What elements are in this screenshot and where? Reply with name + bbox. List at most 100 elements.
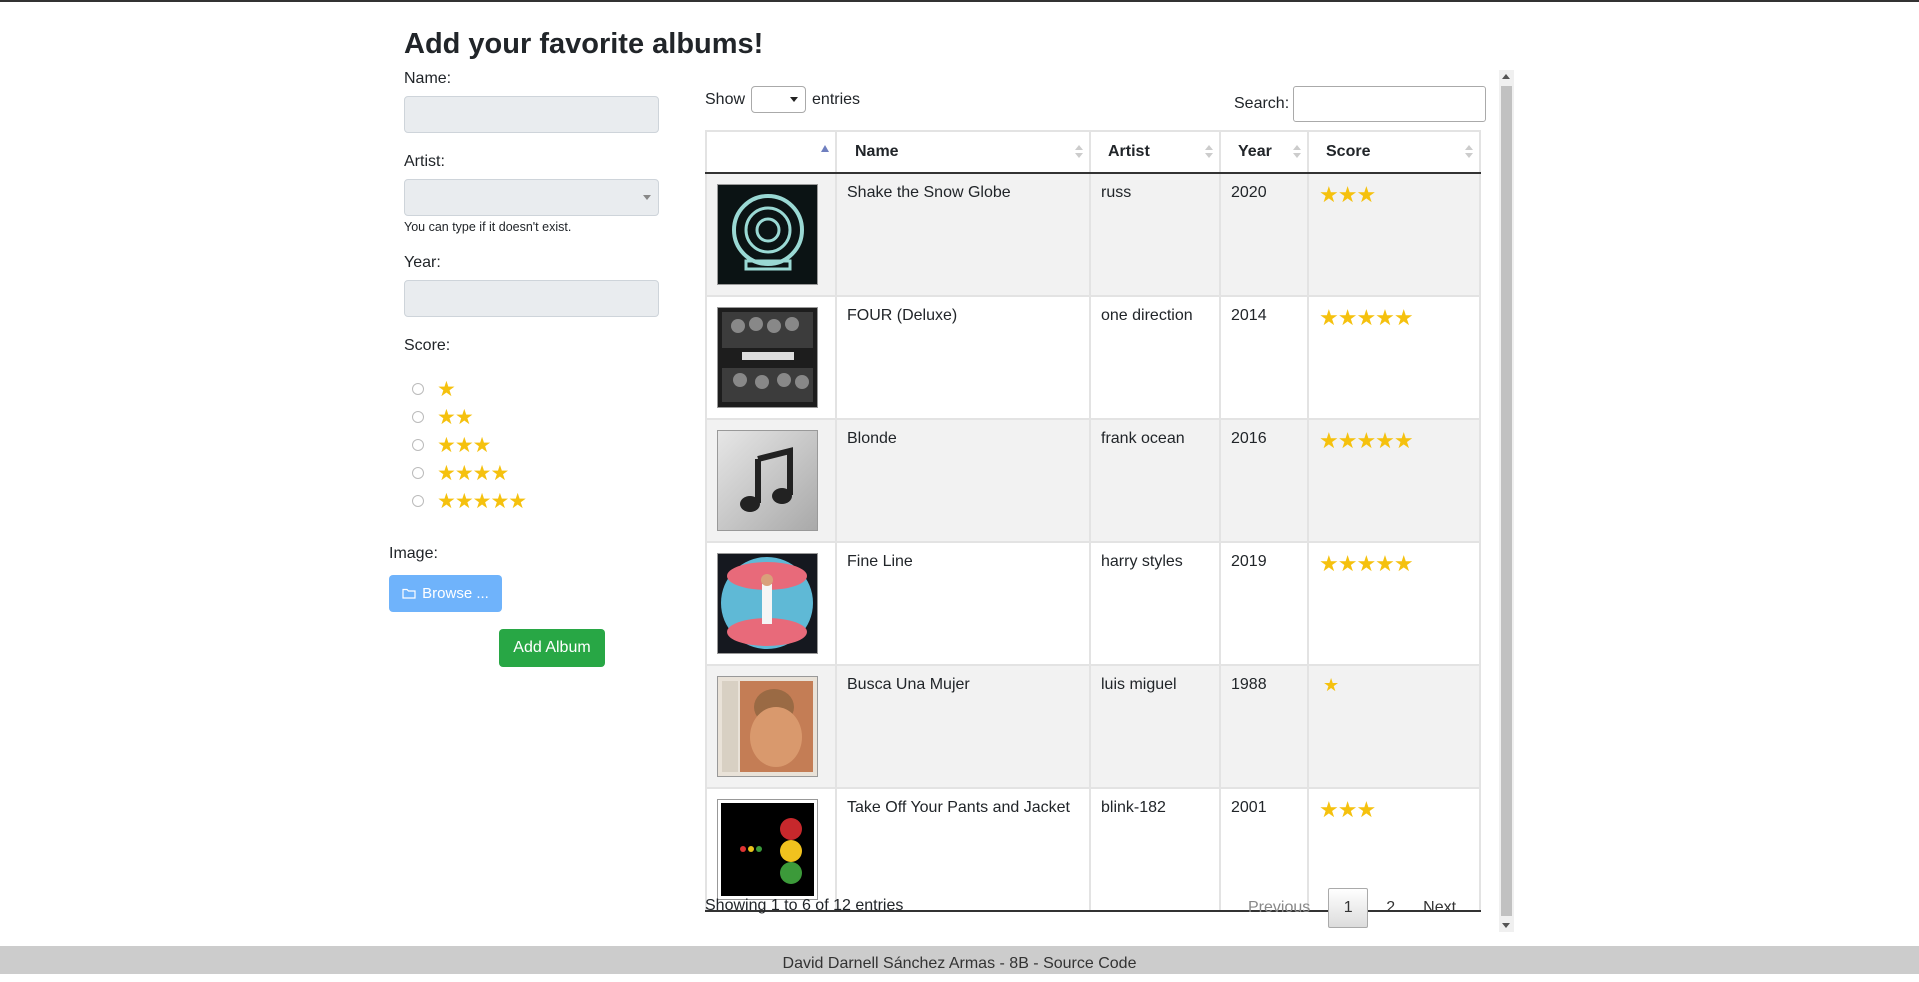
scroll-thumb[interactable] <box>1501 86 1512 916</box>
year-label: Year: <box>404 254 441 271</box>
footer: David Darnell Sánchez Armas - 8B - Sourc… <box>0 946 1919 974</box>
artist-help-text: You can type if it doesn't exist. <box>404 220 572 234</box>
table-header-row: Name Artist Year Score <box>705 130 1481 174</box>
name-cell: Take Off Your Pants and Jacket <box>835 787 1091 912</box>
score-option-2[interactable]: ★★ <box>412 403 660 431</box>
name-label: Name: <box>404 70 452 87</box>
sort-icon <box>1465 145 1473 161</box>
year-cell: 2019 <box>1219 541 1309 666</box>
scroll-up-icon[interactable] <box>1502 74 1510 79</box>
cover-busca-una-mujer <box>717 676 818 777</box>
entries-label: entries <box>812 90 861 108</box>
search-input[interactable] <box>1293 86 1487 122</box>
artist-cell: harry styles <box>1089 541 1221 666</box>
sort-icon <box>1293 145 1301 161</box>
page-button-2[interactable]: 2 <box>1372 888 1409 928</box>
sort-icon <box>1075 145 1083 161</box>
cover-shake-the-snow-globe <box>717 184 818 285</box>
folder-icon <box>402 588 416 599</box>
page-title: Add your favorite albums! <box>404 28 764 60</box>
image-label: Image: <box>389 545 438 562</box>
year-input[interactable] <box>404 280 659 317</box>
artist-cell: blink-182 <box>1089 787 1221 912</box>
score-radio-2[interactable] <box>412 411 424 423</box>
page-length-control: Show entries <box>705 86 860 113</box>
score-label: Score: <box>404 337 451 354</box>
score-cell: ★★★★★ <box>1307 541 1481 666</box>
cover-take-off-your-pants <box>717 799 818 900</box>
albums-table: Name Artist Year Score Shake the Snow Gl… <box>705 130 1481 912</box>
scroll-down-icon[interactable] <box>1502 923 1510 928</box>
score-radio-5[interactable] <box>412 495 424 507</box>
table-scrollbar[interactable] <box>1499 70 1514 932</box>
page-button-1[interactable]: 1 <box>1328 888 1369 928</box>
table-info: Showing 1 to 6 of 12 entries <box>705 897 904 914</box>
cover-cell <box>705 418 837 543</box>
chevron-down-icon <box>790 97 799 102</box>
score-option-5[interactable]: ★★★★★ <box>412 487 660 515</box>
column-header-year[interactable]: Year <box>1219 130 1309 174</box>
next-page-button[interactable]: Next <box>1409 888 1470 928</box>
browse-button-label: Browse ... <box>422 585 489 602</box>
score-radio-1[interactable] <box>412 383 424 395</box>
table-row: Busca Una Mujer luis miguel 1988 ★ <box>705 664 1481 789</box>
sort-icon <box>1205 145 1213 161</box>
column-header-name[interactable]: Name <box>835 130 1091 174</box>
name-cell: Blonde <box>835 418 1091 543</box>
footer-text: David Darnell Sánchez Armas - 8B - Sourc… <box>782 955 1137 972</box>
year-cell: 2020 <box>1219 172 1309 297</box>
score-stars-2: ★★ <box>437 405 474 429</box>
score-stars: ★★★ <box>1319 797 1376 822</box>
artist-select-box[interactable] <box>404 179 659 216</box>
cover-four-deluxe <box>717 307 818 408</box>
score-option-3[interactable]: ★★★ <box>412 431 660 459</box>
cover-cell <box>705 295 837 420</box>
score-cell: ★★★★★ <box>1307 418 1481 543</box>
table-row: Fine Line harry styles 2019 ★★★★★ <box>705 541 1481 666</box>
cover-cell <box>705 541 837 666</box>
album-form: Name: Artist: You can type if it doesn't… <box>404 70 660 515</box>
artist-label: Artist: <box>404 153 445 170</box>
score-radio-4[interactable] <box>412 467 424 479</box>
column-header-artist[interactable]: Artist <box>1089 130 1221 174</box>
score-stars: ★★★ <box>1319 182 1376 207</box>
table-row: FOUR (Deluxe) one direction 2014 ★★★★★ <box>705 295 1481 420</box>
score-option-4[interactable]: ★★★★ <box>412 459 660 487</box>
name-input[interactable] <box>404 96 659 133</box>
show-label: Show <box>705 90 746 108</box>
artist-cell: frank ocean <box>1089 418 1221 543</box>
previous-page-button[interactable]: Previous <box>1234 888 1324 928</box>
name-cell: Busca Una Mujer <box>835 664 1091 789</box>
score-cell: ★ <box>1307 664 1481 789</box>
score-stars: ★ <box>1323 675 1339 695</box>
artist-cell: luis miguel <box>1089 664 1221 789</box>
year-cell: 1988 <box>1219 664 1309 789</box>
page-length-select[interactable] <box>751 86 807 113</box>
search-control: Search: <box>1234 86 1487 122</box>
score-stars-5: ★★★★★ <box>437 489 527 513</box>
column-header-score[interactable]: Score <box>1307 130 1481 174</box>
score-radio-group: ★ ★★ ★★★ ★★★★ ★★★★★ <box>404 375 660 515</box>
name-cell: Fine Line <box>835 541 1091 666</box>
score-cell: ★★★★★ <box>1307 295 1481 420</box>
add-album-button[interactable]: Add Album <box>499 629 605 667</box>
column-header-image[interactable] <box>705 130 837 174</box>
pagination: Previous 1 2 Next <box>1234 888 1470 928</box>
artist-cell: russ <box>1089 172 1221 297</box>
score-stars: ★★★★★ <box>1319 551 1414 576</box>
score-cell: ★★★ <box>1307 172 1481 297</box>
year-cell: 2016 <box>1219 418 1309 543</box>
score-stars-3: ★★★ <box>437 433 491 457</box>
score-radio-3[interactable] <box>412 439 424 451</box>
score-option-1[interactable]: ★ <box>412 375 660 403</box>
score-stars: ★★★★★ <box>1319 428 1414 453</box>
sort-ascending-icon <box>821 145 829 152</box>
cover-cell <box>705 172 837 297</box>
cover-cell <box>705 664 837 789</box>
artist-cell: one direction <box>1089 295 1221 420</box>
search-label: Search: <box>1234 95 1290 112</box>
artist-select[interactable] <box>404 179 659 216</box>
browse-button[interactable]: Browse ... <box>389 575 502 612</box>
cover-blonde <box>717 430 818 531</box>
name-cell: Shake the Snow Globe <box>835 172 1091 297</box>
